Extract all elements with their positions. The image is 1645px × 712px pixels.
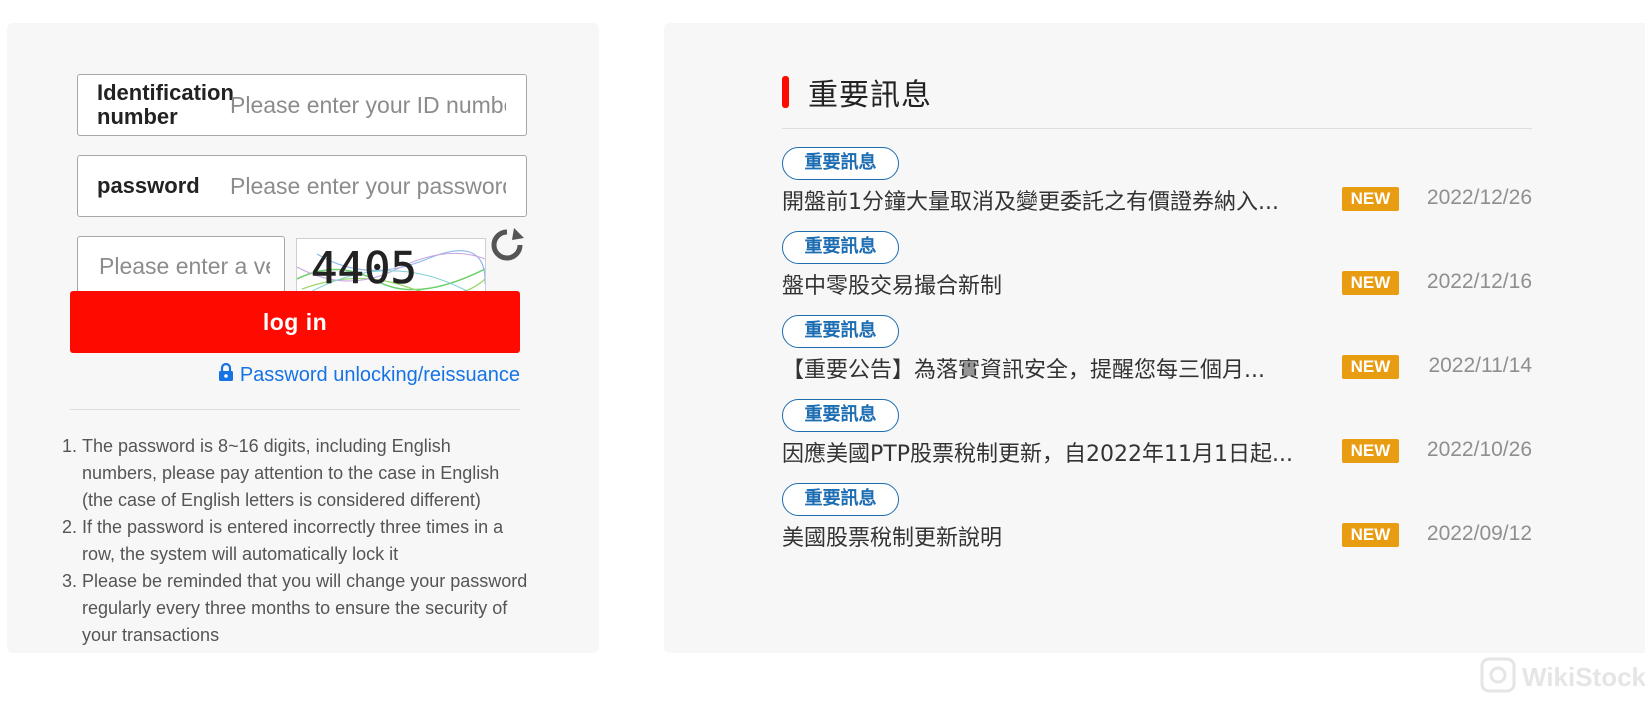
- news-date: 2022/09/12: [1426, 522, 1532, 545]
- new-badge: NEW: [1342, 523, 1399, 547]
- page: Identification number password 4405: [0, 0, 1645, 712]
- new-badge: NEW: [1342, 187, 1399, 211]
- news-date: 2022/12/16: [1426, 270, 1532, 293]
- password-note: Please be reminded that you will change …: [82, 568, 530, 649]
- news-accent-bar: [782, 76, 789, 108]
- password-note: If the password is entered incorrectly t…: [82, 514, 530, 568]
- news-date: 2022/11/14: [1428, 354, 1532, 377]
- news-item[interactable]: 重要訊息 【重要公告】為落實資訊安全，提醒您每三個月... NEW 2022/1…: [782, 315, 1532, 399]
- captcha-image: 4405: [296, 238, 486, 296]
- news-tag[interactable]: 重要訊息: [782, 231, 899, 264]
- news-tag[interactable]: 重要訊息: [782, 399, 899, 432]
- password-unlock-link[interactable]: Password unlocking/reissuance: [195, 362, 520, 388]
- id-number-field[interactable]: Identification number: [77, 74, 527, 136]
- new-badge: NEW: [1342, 355, 1399, 379]
- news-tag[interactable]: 重要訊息: [782, 483, 899, 516]
- news-tag[interactable]: 重要訊息: [782, 315, 899, 348]
- news-header: 重要訊息: [782, 70, 932, 114]
- password-notes: The password is 8~16 digits, including E…: [52, 433, 530, 649]
- id-number-label: Identification number: [97, 80, 234, 129]
- lock-icon: [218, 362, 234, 388]
- news-item[interactable]: 重要訊息 開盤前1分鐘大量取消及變更委託之有價證券納入... NEW 2022/…: [782, 147, 1532, 231]
- news-title: 重要訊息: [808, 78, 932, 113]
- new-badge: NEW: [1342, 271, 1399, 295]
- password-note: The password is 8~16 digits, including E…: [82, 433, 530, 514]
- news-item[interactable]: 重要訊息 盤中零股交易撮合新制 NEW 2022/12/16: [782, 231, 1532, 315]
- news-item-title[interactable]: 盤中零股交易撮合新制: [782, 268, 1337, 300]
- new-badge: NEW: [1342, 439, 1399, 463]
- news-item-title[interactable]: 【重要公告】為落實資訊安全，提醒您每三個月...: [782, 352, 1337, 384]
- news-divider: [782, 128, 1532, 129]
- news-item-title[interactable]: 美國股票稅制更新說明: [782, 520, 1337, 552]
- news-item-title[interactable]: 開盤前1分鐘大量取消及變更委託之有價證券納入...: [782, 184, 1337, 216]
- password-unlock-label: Password unlocking/reissuance: [239, 363, 520, 386]
- news-item[interactable]: 重要訊息 美國股票稅制更新說明 NEW 2022/09/12: [782, 483, 1532, 567]
- news-item[interactable]: 重要訊息 因應美國PTP股票稅制更新，自2022年11月1日起... NEW 2…: [782, 399, 1532, 483]
- password-field[interactable]: password: [77, 155, 527, 217]
- news-item-title[interactable]: 因應美國PTP股票稅制更新，自2022年11月1日起...: [782, 436, 1337, 468]
- news-tag[interactable]: 重要訊息: [782, 147, 899, 180]
- watermark-logo-icon: [1480, 657, 1516, 698]
- refresh-icon[interactable]: [488, 226, 526, 264]
- news-list: 重要訊息 開盤前1分鐘大量取消及變更委託之有價證券納入... NEW 2022/…: [782, 147, 1532, 567]
- captcha-text: 4405: [311, 243, 417, 294]
- watermark-text: WikiStock: [1522, 662, 1645, 692]
- id-number-input[interactable]: [228, 90, 508, 120]
- watermark: WikiStock: [1480, 657, 1645, 698]
- login-divider: [70, 409, 520, 410]
- captcha-field[interactable]: [77, 236, 285, 296]
- news-date: 2022/10/26: [1426, 438, 1532, 461]
- news-date: 2022/12/26: [1426, 186, 1532, 209]
- login-button[interactable]: log in: [70, 291, 520, 353]
- password-input[interactable]: [228, 171, 508, 201]
- captcha-input[interactable]: [97, 251, 272, 281]
- password-label: password: [97, 173, 200, 198]
